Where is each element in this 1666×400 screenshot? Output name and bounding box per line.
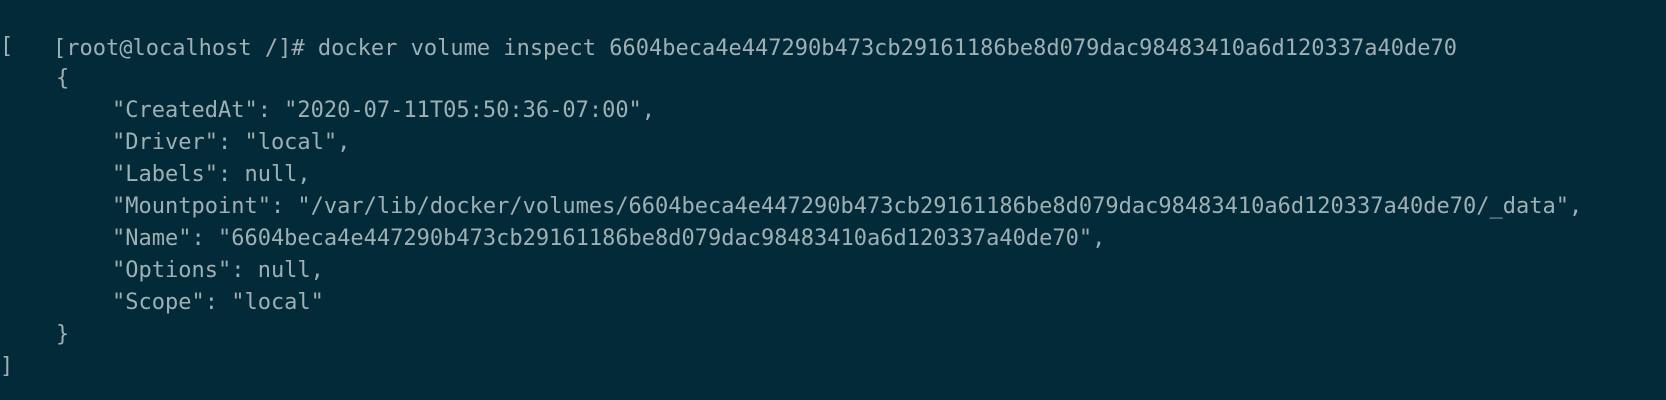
json-line-scope: "Scope": "local" xyxy=(112,290,324,315)
json-line-driver: "Driver": "local", xyxy=(112,130,351,155)
json-open-brace: { xyxy=(56,66,70,91)
json-close-bracket: ] xyxy=(0,354,14,379)
command-text: docker volume inspect 6604beca4e447290b4… xyxy=(317,36,1457,61)
json-open-bracket: [ xyxy=(0,34,14,59)
json-close-brace: } xyxy=(56,322,70,347)
json-line-createdat: "CreatedAt": "2020-07-11T05:50:36-07:00"… xyxy=(112,98,656,123)
json-line-mountpoint: "Mountpoint": "/var/lib/docker/volumes/6… xyxy=(112,194,1583,219)
shell-prompt: [root@localhost /]# xyxy=(52,36,318,61)
json-line-name: "Name": "6604beca4e447290b473cb29161186b… xyxy=(112,226,1106,251)
command-line: [root@localhost /]# docker volume inspec… xyxy=(0,0,1457,61)
json-line-labels: "Labels": null, xyxy=(112,162,311,187)
json-line-options: "Options": null, xyxy=(112,258,324,283)
terminal-window[interactable]: [root@localhost /]# docker volume inspec… xyxy=(0,0,1666,400)
